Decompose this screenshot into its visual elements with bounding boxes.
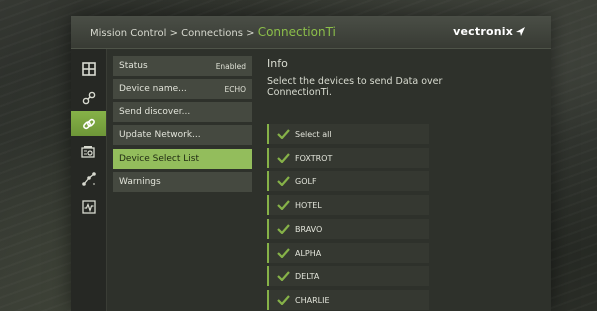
menu-item-label: Status <box>119 61 148 71</box>
check-icon <box>277 295 291 305</box>
network-graph-icon <box>81 171 96 186</box>
brand-name: vectronix <box>453 25 513 38</box>
menu-item-value: Enabled <box>215 61 246 71</box>
check-icon <box>277 153 291 163</box>
info-title: Info <box>267 57 288 70</box>
device-row-foxtrot[interactable]: FOXTROT <box>267 148 429 168</box>
sidebar-item-grid[interactable] <box>71 56 106 81</box>
menu-item-status[interactable]: Status Enabled <box>113 56 252 76</box>
device-row-golf[interactable]: GOLF <box>267 171 429 191</box>
nodes-icon <box>82 91 95 104</box>
header-bar: Mission Control > Connections > Connecti… <box>71 16 551 49</box>
link-icon <box>82 118 95 129</box>
device-label: Select all <box>295 129 332 139</box>
device-row-hotel[interactable]: HOTEL <box>267 195 429 215</box>
menu-item-device-select-list[interactable]: Device Select List <box>113 149 252 169</box>
waveform-icon <box>81 199 96 214</box>
breadcrumb-separator: > <box>166 28 182 39</box>
brand-arrow-icon <box>516 27 525 36</box>
device-row-alpha[interactable]: ALPHA <box>267 243 429 263</box>
breadcrumb-separator: > <box>242 28 258 39</box>
device-row-select-all[interactable]: Select all <box>267 124 429 144</box>
menu-item-label: Warnings <box>119 177 161 187</box>
menu-item-value: ECHO <box>224 84 246 94</box>
grid-icon <box>81 61 96 76</box>
menu-item-label: Device Select List <box>119 154 199 164</box>
menu-item-send-discover[interactable]: Send discover... <box>113 102 252 122</box>
sidebar-item-network-graph[interactable] <box>71 166 106 191</box>
sidebar-item-device-settings[interactable] <box>71 139 106 164</box>
device-label: BRAVO <box>295 224 323 234</box>
menu-item-update-network[interactable]: Update Network... <box>113 125 252 145</box>
device-label: CHARLIE <box>295 295 330 305</box>
breadcrumb: Mission Control > Connections > Connecti… <box>90 25 336 39</box>
check-icon <box>277 200 291 210</box>
device-settings-icon <box>81 145 95 158</box>
check-icon <box>277 271 291 281</box>
info-description: Select the devices to send Data over Con… <box>267 76 443 98</box>
breadcrumb-root[interactable]: Mission Control <box>90 28 166 39</box>
menu-item-label: Update Network... <box>119 130 201 140</box>
icon-sidebar <box>71 49 107 311</box>
device-label: DELTA <box>295 271 320 281</box>
sidebar-item-waveform[interactable] <box>71 194 106 219</box>
menu-item-device-name[interactable]: Device name... ECHO <box>113 79 252 99</box>
check-icon <box>277 176 291 186</box>
brand-logo: vectronix <box>453 25 526 38</box>
breadcrumb-parent[interactable]: Connections <box>181 28 243 39</box>
menu-item-warnings[interactable]: Warnings <box>113 172 252 192</box>
app-window: Mission Control > Connections > Connecti… <box>71 16 551 311</box>
device-label: GOLF <box>295 176 317 186</box>
check-icon <box>277 129 291 139</box>
menu-item-label: Send discover... <box>119 107 191 117</box>
info-panel: Info Select the devices to send Data ove… <box>267 57 537 98</box>
check-icon <box>277 224 291 234</box>
device-row-delta[interactable]: DELTA <box>267 266 429 286</box>
device-row-charlie[interactable]: CHARLIE <box>267 290 429 310</box>
device-label: HOTEL <box>295 200 322 210</box>
breadcrumb-current: ConnectionTi <box>257 25 336 39</box>
device-row-bravo[interactable]: BRAVO <box>267 219 429 239</box>
sidebar-item-nodes[interactable] <box>71 85 106 110</box>
sidebar-item-link[interactable] <box>71 111 106 136</box>
check-icon <box>277 248 291 258</box>
device-label: ALPHA <box>295 248 322 258</box>
menu-item-label: Device name... <box>119 84 187 94</box>
device-label: FOXTROT <box>295 153 333 163</box>
